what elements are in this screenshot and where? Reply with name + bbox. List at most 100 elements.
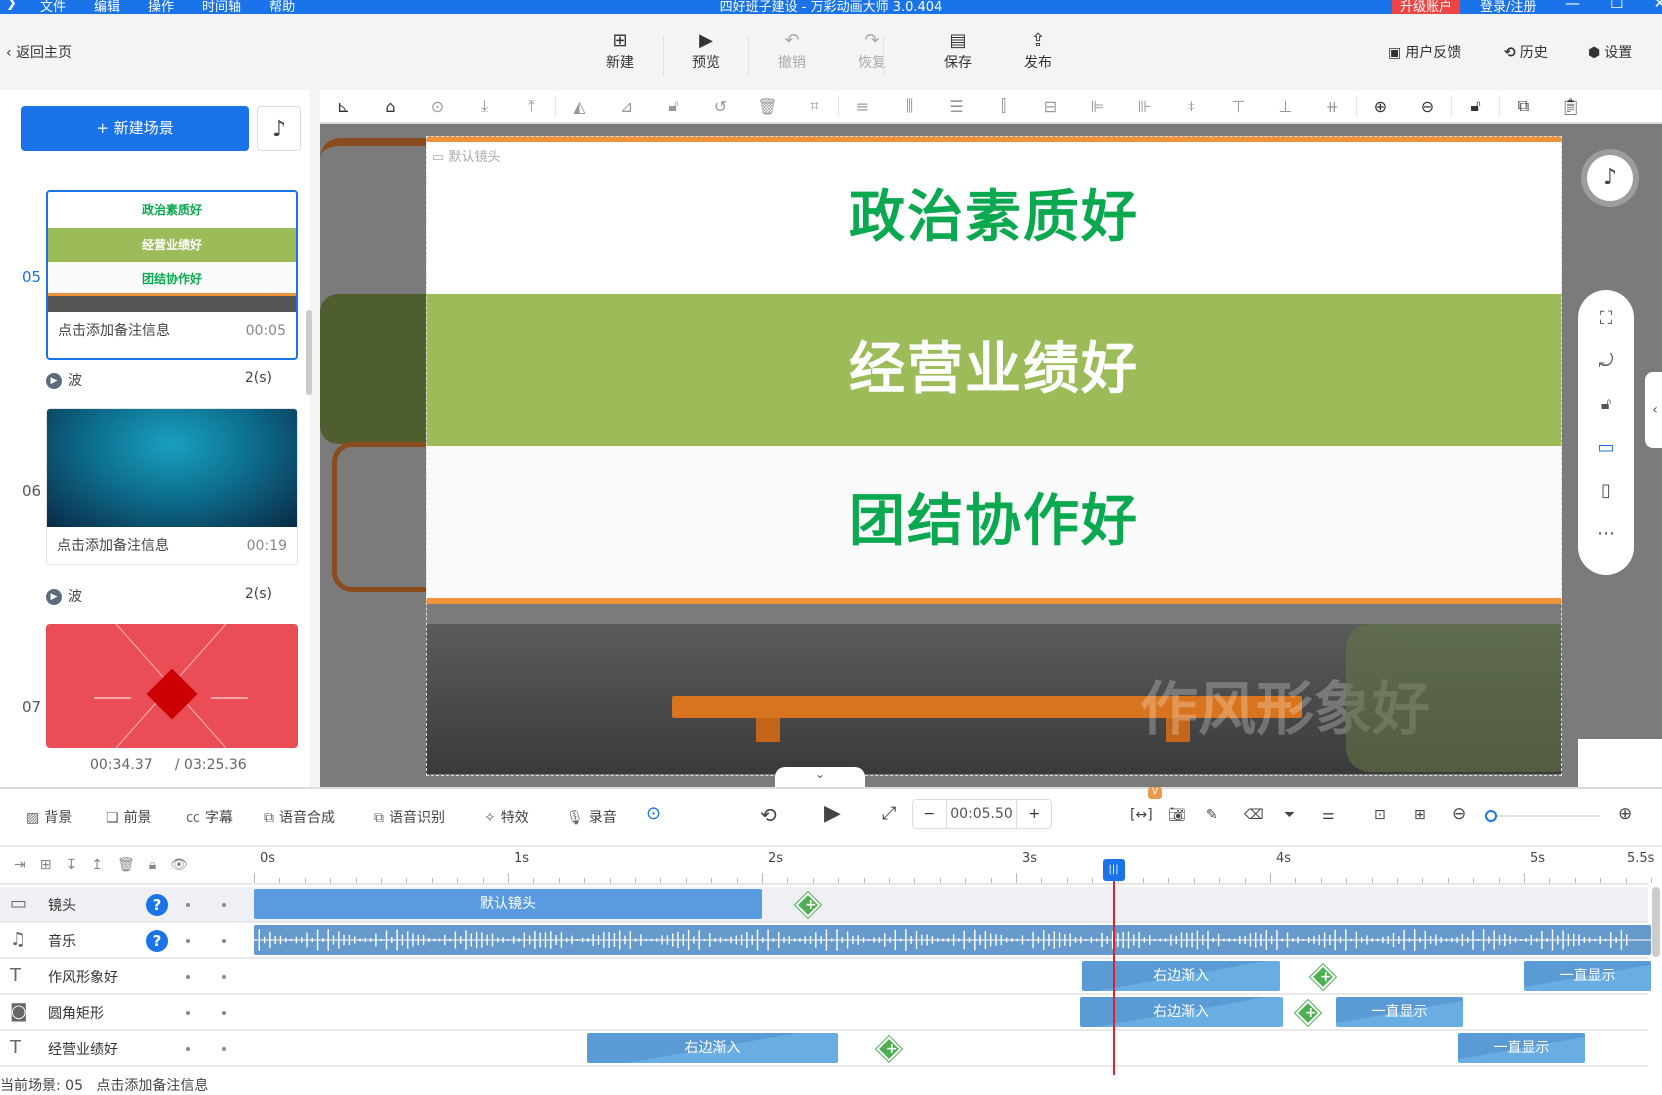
preview-button[interactable]: ▶ 预览 <box>676 30 736 72</box>
fit-screen-icon[interactable]: ⛶ <box>1578 308 1634 351</box>
play-button[interactable]: ▶ <box>824 801 841 826</box>
replay-button[interactable]: ⟲ <box>760 803 777 827</box>
add-keyframe-button[interactable] <box>1310 964 1337 990</box>
equal-height-icon[interactable]: ⫿ <box>980 96 1027 116</box>
animation-clip[interactable]: 默认镜头 <box>254 889 762 919</box>
new-folder-icon[interactable]: ⊞ <box>40 857 52 873</box>
animation-clip[interactable]: 一直显示 <box>1457 1033 1585 1063</box>
visibility-toggle[interactable] <box>222 1047 226 1051</box>
scene-card-06[interactable]: 点击添加备注信息 00:19 <box>46 408 298 565</box>
undo-button[interactable]: ↶ 撤销 <box>762 30 822 72</box>
time-ruler[interactable]: 0s 1s 2s 3s 4s 5s 5.5s <box>254 847 1654 885</box>
save-button[interactable]: ▤ 保存 <box>928 30 988 72</box>
fit-button[interactable]: [↔] <box>1130 807 1153 823</box>
screenshot-button[interactable]: 📷︎ <box>1168 807 1186 823</box>
zoom-in-timeline-button[interactable]: ⊕ <box>1618 804 1632 824</box>
add-keyframe-button[interactable] <box>794 892 821 918</box>
settings-link[interactable]: ⬢ 设置 <box>1588 42 1632 62</box>
align-middle-icon[interactable]: ≡ <box>839 97 886 116</box>
scene-note[interactable]: 点击添加备注信息 <box>58 312 170 350</box>
audio-clip[interactable] <box>253 925 1654 955</box>
track-row[interactable]: ◙ 圆角矩形 右边渐入 一直显示 <box>0 995 1648 1031</box>
distribute-h-icon[interactable]: ⫼ <box>886 96 933 116</box>
flip-vertical-icon[interactable]: ⊿ <box>603 97 650 116</box>
lock-toggle[interactable] <box>186 1011 190 1015</box>
align-vcenter-icon[interactable]: ⧺ <box>1309 97 1356 116</box>
visibility-toggle[interactable] <box>222 975 226 979</box>
status-note-link[interactable]: 点击添加备注信息 <box>96 1078 208 1094</box>
unlock-icon[interactable]: 🔓︎ <box>1578 394 1634 437</box>
adjust-button[interactable]: ⚌ <box>1322 807 1335 823</box>
scene-note-row[interactable]: 点击添加备注信息 00:05 <box>48 312 296 350</box>
publish-button[interactable]: ⇪ 发布 <box>1008 30 1068 72</box>
scene-note-row[interactable]: 点击添加备注信息 00:19 <box>47 527 297 564</box>
transition-row[interactable]: ▶ 波 2(s) <box>46 586 272 606</box>
ruler-icon[interactable]: ⊾ <box>320 97 367 116</box>
collapse-timeline-button[interactable]: ⌄ <box>775 767 865 787</box>
actual-size-button[interactable]: ⊞ <box>1414 807 1426 823</box>
delete-icon[interactable]: 🗑︎ <box>117 857 135 873</box>
lock-toggle[interactable] <box>186 903 190 907</box>
zoom-out-icon[interactable]: ⊖ <box>1404 97 1451 116</box>
foreground-button[interactable]: ❏ 前景 <box>106 807 152 827</box>
scene-card-07[interactable] <box>46 624 298 748</box>
fullscreen-button[interactable]: ⤢ <box>882 803 896 824</box>
flip-horizontal-icon[interactable]: ◭ <box>556 97 603 116</box>
slider-handle[interactable] <box>1485 810 1497 822</box>
copy-icon[interactable]: ⧉ <box>1500 96 1547 116</box>
visibility-toggle[interactable] <box>222 1011 226 1015</box>
mobile-icon[interactable]: ▯ <box>1578 480 1634 523</box>
lock-icon[interactable]: 🔒︎ <box>149 857 156 873</box>
new-button[interactable]: ⊞ 新建 <box>590 30 650 72</box>
lock-icon[interactable]: 🔓︎ <box>1452 96 1499 116</box>
track-row[interactable]: T 经营业绩好 右边渐入 一直显示 <box>0 1031 1648 1067</box>
add-keyframe-button[interactable] <box>876 1036 902 1062</box>
user-feedback-link[interactable]: ▣ 用户反馈 <box>1388 42 1461 62</box>
camera-frame[interactable] <box>426 136 1562 776</box>
eye-icon[interactable]: 👁︎ <box>170 857 188 873</box>
zoom-out-timeline-button[interactable]: ⊖ <box>1452 804 1466 824</box>
history-link[interactable]: ⟲ 历史 <box>1504 42 1548 62</box>
paste-icon[interactable]: 📋︎ <box>1547 97 1594 116</box>
timeline-scrollbar[interactable] <box>1652 887 1660 957</box>
minimap[interactable] <box>1578 739 1662 787</box>
visibility-toggle[interactable] <box>222 939 226 943</box>
time-increment-button[interactable]: + <box>1017 800 1051 828</box>
animation-clip[interactable]: 右边渐入 <box>1079 997 1283 1027</box>
animation-clip[interactable]: 一直显示 <box>1336 997 1464 1027</box>
minimize-button[interactable]: — <box>1565 0 1580 12</box>
upgrade-account-button[interactable]: 升级账户 <box>1392 0 1461 14</box>
move-up-icon[interactable]: ↥ <box>91 857 103 873</box>
align-top-icon[interactable]: ⊤ <box>1215 97 1262 116</box>
back-home-link[interactable]: ‹ 返回主页 <box>6 42 72 62</box>
scene-card-05[interactable]: 政治素质好 经营业绩好 团结协作好 点击添加备注信息 00:05 <box>46 190 298 360</box>
import-icon[interactable]: ⇥ <box>14 857 26 873</box>
align-right-icon[interactable]: ⊪ <box>1121 97 1168 116</box>
zoom-in-icon[interactable]: ⊕ <box>1357 97 1404 116</box>
unlock-icon[interactable]: 🔓︎ <box>650 96 697 116</box>
help-icon[interactable]: ? <box>146 894 168 916</box>
record-button[interactable]: 🎙︎ 录音 <box>566 807 617 827</box>
effects-button[interactable]: ✧ 特效 <box>484 807 529 827</box>
lock-toggle[interactable] <box>186 939 190 943</box>
scene-note[interactable]: 点击添加备注信息 <box>57 527 169 564</box>
visibility-toggle[interactable] <box>222 903 226 907</box>
move-up-layer-icon[interactable]: ⤒ <box>508 96 555 116</box>
subtitle-button[interactable]: ㏄字幕 <box>186 807 233 827</box>
more-tools-button[interactable]: ⊙ <box>646 803 661 824</box>
move-down-icon[interactable]: ↧ <box>65 857 77 873</box>
speech-recognition-button[interactable]: ⧉ 语音识别 <box>374 807 445 827</box>
fit-width-button[interactable]: ⊡ <box>1374 807 1386 823</box>
align-bottom-icon[interactable]: ⊥ <box>1262 97 1309 116</box>
animation-clip[interactable]: 一直显示 <box>1524 961 1651 991</box>
equal-width-icon[interactable]: ⊟ <box>1027 97 1074 116</box>
add-keyframe-button[interactable] <box>1295 1000 1321 1026</box>
close-button[interactable]: ✕ <box>1653 0 1662 12</box>
more-icon[interactable]: ⋯ <box>1578 523 1634 553</box>
timeline-zoom-slider[interactable] <box>1485 810 1600 822</box>
animation-clip[interactable]: 右边渐入 <box>586 1033 839 1063</box>
track-row[interactable]: ▭ 镜头? 默认镜头 <box>0 887 1648 923</box>
playhead-handle[interactable]: ||| <box>1102 859 1125 881</box>
collapse-panel-button[interactable]: ‹ <box>1645 372 1662 448</box>
rotate-device-icon[interactable]: ⤾ <box>1578 351 1634 394</box>
